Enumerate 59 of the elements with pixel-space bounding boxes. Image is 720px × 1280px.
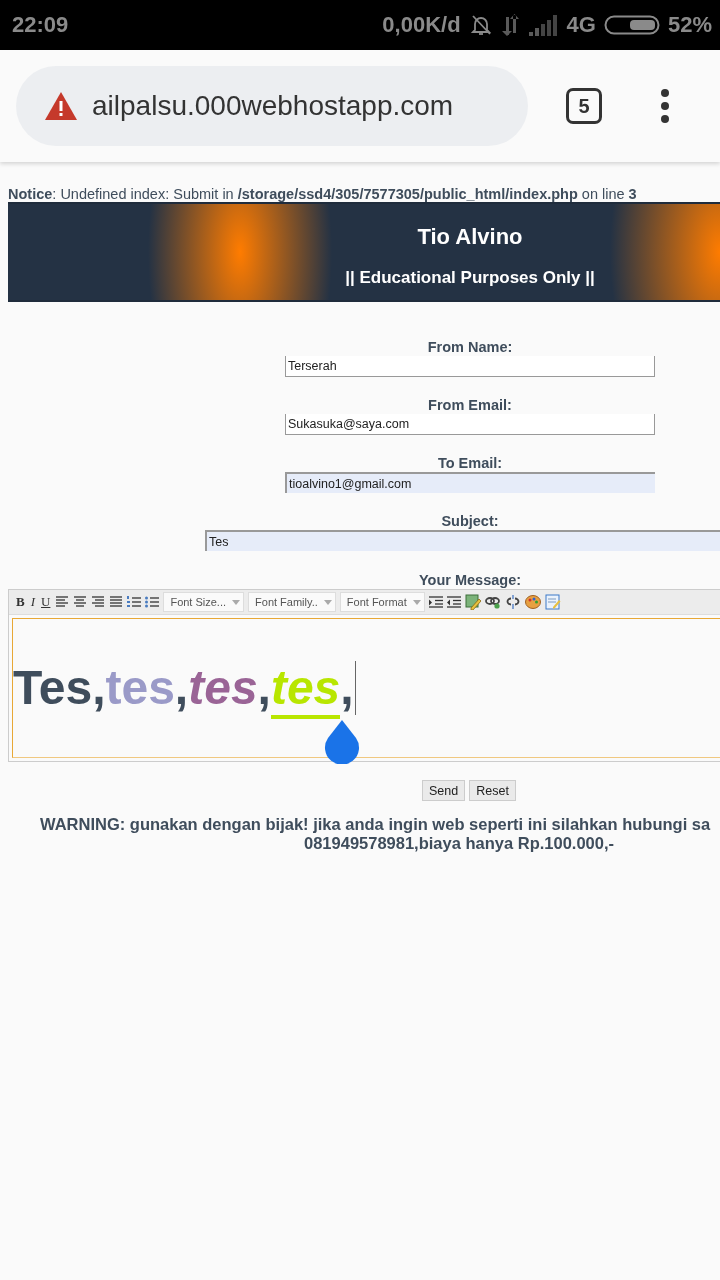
italic-button[interactable]: I: [29, 594, 36, 610]
caret-icon: [232, 599, 241, 605]
data-arrows-icon: [500, 13, 521, 37]
text-cursor: [354, 661, 357, 715]
message-text: ,: [257, 661, 271, 716]
dropdown[interactable]: Font Format: [339, 592, 425, 612]
message-text: tes: [270, 661, 341, 719]
message-editor[interactable]: Tes,tes,tes,tes,: [12, 618, 720, 758]
indent-icon[interactable]: [428, 596, 443, 608]
signal-icon: [528, 14, 559, 36]
message-text: ,: [174, 661, 189, 716]
url-text: ailpalsu.000webhostapp.com: [92, 90, 454, 122]
battery-level: 52%: [667, 12, 712, 38]
warning-text: WARNING: gunakan dengan bijak! jika anda ingin web seperti ini silahkan hubungi sa: [40, 815, 712, 834]
php-notice: Notice: Undefined index: Submit in /storage/ssd4/305/7577305/public_html/index.php on line 3: [8, 186, 638, 202]
dropdown[interactable]: Font Size...: [163, 592, 245, 612]
message-text: tes: [188, 661, 258, 716]
input-field[interactable]: Tes: [205, 530, 720, 551]
send-button[interactable]: Send: [422, 780, 466, 801]
bold-button[interactable]: B: [15, 594, 26, 610]
align-left-icon[interactable]: [55, 596, 70, 608]
muted-bell-icon: [468, 13, 493, 37]
message-text: ,: [340, 661, 354, 716]
site-subtitle: || Educational Purposes Only ||: [345, 268, 595, 288]
align-right-icon[interactable]: [91, 596, 106, 608]
bullet-list-icon[interactable]: [145, 596, 160, 608]
message-text: Tes,: [13, 661, 106, 716]
field-label: From Email:: [427, 396, 513, 414]
palette-icon[interactable]: [524, 595, 541, 609]
unlink-icon[interactable]: [504, 595, 521, 609]
link-icon[interactable]: [484, 595, 501, 609]
reset-button[interactable]: Reset: [469, 780, 516, 801]
network-type: 4G: [566, 12, 596, 38]
numbered-list-icon[interactable]: [127, 596, 142, 608]
field-label: Subject:: [440, 512, 500, 530]
input-field[interactable]: Terserah: [285, 356, 655, 377]
tab-count-button[interactable]: 5: [566, 88, 602, 124]
warning-text: 081949578981,biaya hanya Rp.100.000,-: [304, 834, 616, 853]
field-label: To Email:: [436, 454, 504, 472]
battery-icon: [603, 13, 660, 37]
status-time: 22:09: [12, 12, 69, 38]
field-label: Your Message:: [417, 571, 523, 589]
caret-icon: [323, 599, 332, 605]
message-text: tes: [105, 661, 175, 716]
site-title: Tio Alvino: [417, 224, 523, 250]
outdent-icon[interactable]: [446, 596, 461, 608]
warning-icon: [44, 91, 78, 121]
network-speed: 0,00K/d: [382, 12, 461, 38]
caret-icon: [412, 599, 421, 605]
input-field[interactable]: Sukasuka@saya.com: [285, 414, 655, 435]
dropdown[interactable]: Font Family..: [248, 592, 336, 612]
underline-button[interactable]: U: [40, 594, 52, 610]
justify-icon[interactable]: [109, 596, 124, 608]
selection-handle-icon[interactable]: [322, 720, 362, 764]
align-center-icon[interactable]: [73, 596, 88, 608]
menu-icon[interactable]: [660, 89, 670, 123]
address-bar[interactable]: ailpalsu.000webhostapp.com: [16, 66, 528, 146]
input-field[interactable]: tioalvino1@gmail.com: [285, 472, 655, 493]
field-label: From Name:: [426, 338, 514, 356]
